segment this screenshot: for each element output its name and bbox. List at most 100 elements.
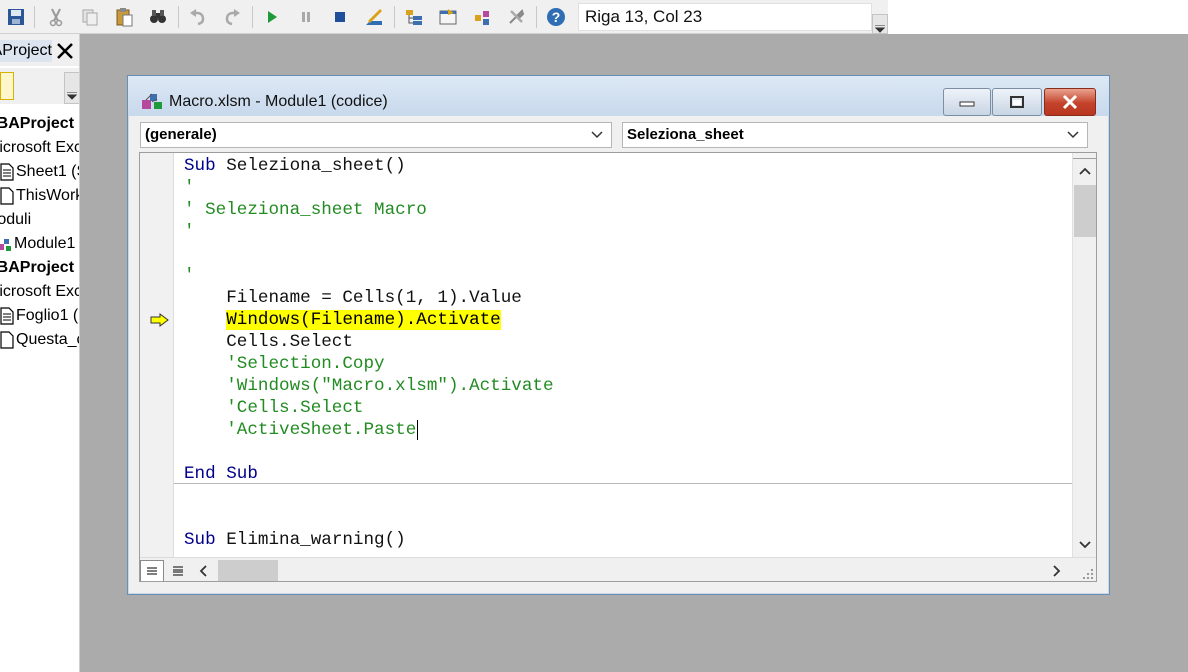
project-panel-title: VBAProject	[0, 40, 52, 62]
code-line[interactable]: Sub Elimina_warning()	[184, 529, 406, 551]
chevron-down-icon	[67, 92, 77, 100]
chevron-down-icon	[1067, 131, 1079, 139]
project-tree-item-label: Module1	[14, 235, 76, 252]
code-line[interactable]: Windows(Filename).Activate	[184, 309, 501, 331]
margin-indicator-bar[interactable]	[140, 153, 174, 557]
toggle-folders-button[interactable]	[0, 72, 14, 100]
resize-grip-icon[interactable]	[1080, 566, 1094, 580]
project-tree-item-label: VBAProject (Macro2.xlsm)	[0, 259, 79, 276]
close-button[interactable]	[1044, 88, 1096, 116]
workbook-icon	[0, 187, 14, 205]
project-tree-item[interactable]: Module1	[0, 232, 75, 256]
reset-icon[interactable]	[328, 5, 352, 29]
toolbar-overflow-button[interactable]	[872, 14, 888, 34]
project-tree-item[interactable]: ThisWorkbook	[0, 184, 79, 208]
chevron-down-icon	[875, 25, 885, 33]
full-module-view-button[interactable]	[166, 560, 190, 581]
project-tree-item-label: Microsoft Excel Oggetti	[0, 139, 79, 156]
close-project-panel-button[interactable]	[52, 39, 78, 63]
code-line[interactable]: 'Selection.Copy	[184, 353, 385, 375]
project-tree-item[interactable]: Foglio1 (Foglio1)	[0, 304, 79, 328]
code-comment: 'ActiveSheet.Paste	[184, 420, 417, 440]
project-panel-titlebar: VBAProject	[0, 34, 79, 66]
code-keyword: Sub	[184, 530, 227, 550]
break-icon[interactable]	[294, 5, 318, 29]
cursor-position-readout: Riga 13, Col 23	[578, 3, 872, 31]
code-line[interactable]: '	[184, 177, 195, 199]
code-token: Elimina_warning()	[226, 530, 406, 550]
chevron-left-icon[interactable]	[196, 563, 212, 579]
code-line[interactable]: '	[184, 221, 195, 243]
code-line[interactable]: 'Windows("Macro.xlsm").Activate	[184, 375, 554, 397]
find-icon[interactable]	[146, 5, 170, 29]
code-line[interactable]: Filename = Cells(1, 1).Value	[184, 287, 522, 309]
procedure-dropdown[interactable]: Seleziona_sheet	[622, 122, 1088, 148]
code-editor[interactable]: Sub Seleziona_sheet() ' ' Seleziona_sheet …	[139, 152, 1097, 582]
chevron-right-icon[interactable]	[1048, 563, 1064, 579]
project-tree-item-label: Microsoft Excel Oggetti	[0, 283, 79, 300]
chevron-up-icon[interactable]	[1077, 163, 1093, 179]
code-line[interactable]: '	[184, 265, 195, 287]
code-comment: '	[184, 222, 195, 242]
restore-icon	[1010, 96, 1024, 108]
code-keyword: End Sub	[184, 464, 258, 484]
project-tree-item-label: ThisWorkbook	[16, 187, 79, 204]
vertical-scroll-thumb[interactable]	[1074, 185, 1096, 237]
procedure-view-button[interactable]	[140, 560, 164, 581]
code-line[interactable]: Cells.Select	[184, 331, 353, 353]
code-comment: 'Selection.Copy	[184, 354, 385, 374]
help-icon[interactable]: ?	[544, 5, 568, 29]
run-icon[interactable]	[260, 5, 284, 29]
code-window-titlebar[interactable]: Macro.xlsm - Module1 (codice)	[128, 76, 1109, 116]
module-icon	[0, 239, 11, 251]
code-comment: '	[184, 178, 195, 198]
code-token: Filename = Cells(1, 1).Value	[184, 288, 522, 308]
project-tree-item[interactable]: VBAProject (Macro.xlsm)	[0, 112, 79, 136]
project-panel-scroll-button[interactable]	[64, 72, 79, 104]
maximize-button[interactable]	[992, 88, 1042, 116]
paste-icon[interactable]	[112, 5, 136, 29]
project-tree-item[interactable]: Microsoft Excel Oggetti	[0, 280, 79, 304]
code-window-title: Macro.xlsm - Module1 (codice)	[169, 93, 388, 110]
redo-icon[interactable]	[220, 5, 244, 29]
properties-icon[interactable]	[436, 5, 460, 29]
svg-text:?: ?	[552, 9, 561, 25]
project-tree-item-label: Questa_cartella_di_lavoro	[16, 331, 79, 348]
save-icon[interactable]	[4, 5, 28, 29]
project-tree-item[interactable]: Questa_cartella_di_lavoro	[0, 328, 79, 352]
vertical-scrollbar[interactable]	[1072, 153, 1096, 557]
code-line[interactable]: End Sub	[184, 463, 258, 485]
full-module-view-icon	[173, 566, 183, 576]
copy-icon[interactable]	[78, 5, 102, 29]
project-tree-item[interactable]: VBAProject (Macro2.xlsm)	[0, 256, 79, 280]
minimize-button[interactable]	[943, 88, 991, 116]
text-caret	[417, 420, 419, 440]
code-token: Cells.Select	[184, 332, 353, 352]
worksheet-icon	[0, 163, 14, 181]
execution-pointer-icon	[150, 313, 169, 327]
code-comment: 'Cells.Select	[184, 398, 364, 418]
code-line[interactable]: Sub Seleziona_sheet()	[184, 155, 406, 177]
project-tree-item[interactable]: Sheet1 (Sheet1)	[0, 160, 79, 184]
code-line[interactable]: ' Seleziona_sheet Macro	[184, 199, 427, 221]
code-comment: '	[184, 266, 195, 286]
code-line[interactable]: 'ActiveSheet.Paste	[184, 419, 416, 441]
object-dropdown[interactable]: (generale)	[140, 122, 612, 148]
horizontal-scroll-thumb[interactable]	[218, 560, 278, 581]
project-explorer-icon[interactable]	[402, 5, 426, 29]
split-bar[interactable]	[1073, 153, 1096, 159]
undo-icon[interactable]	[186, 5, 210, 29]
minimize-icon	[959, 101, 975, 107]
chevron-down-icon[interactable]	[1077, 537, 1093, 553]
code-comment: 'Windows("Macro.xlsm").Activate	[184, 376, 554, 396]
project-tree-item[interactable]: Moduli	[0, 208, 31, 232]
object-browser-icon[interactable]	[470, 5, 494, 29]
project-explorer-panel: VBAProject VBAProject (Macro.xlsm) Micros…	[0, 34, 80, 672]
cut-icon[interactable]	[44, 5, 68, 29]
design-mode-icon[interactable]	[362, 5, 386, 29]
code-line[interactable]: 'Cells.Select	[184, 397, 364, 419]
toolbox-icon[interactable]	[504, 5, 528, 29]
procedure-dropdown-value: Seleziona_sheet	[627, 126, 744, 143]
code-text[interactable]: Sub Seleziona_sheet() ' ' Seleziona_sheet …	[184, 155, 1064, 555]
project-tree-item[interactable]: Microsoft Excel Oggetti	[0, 136, 79, 160]
